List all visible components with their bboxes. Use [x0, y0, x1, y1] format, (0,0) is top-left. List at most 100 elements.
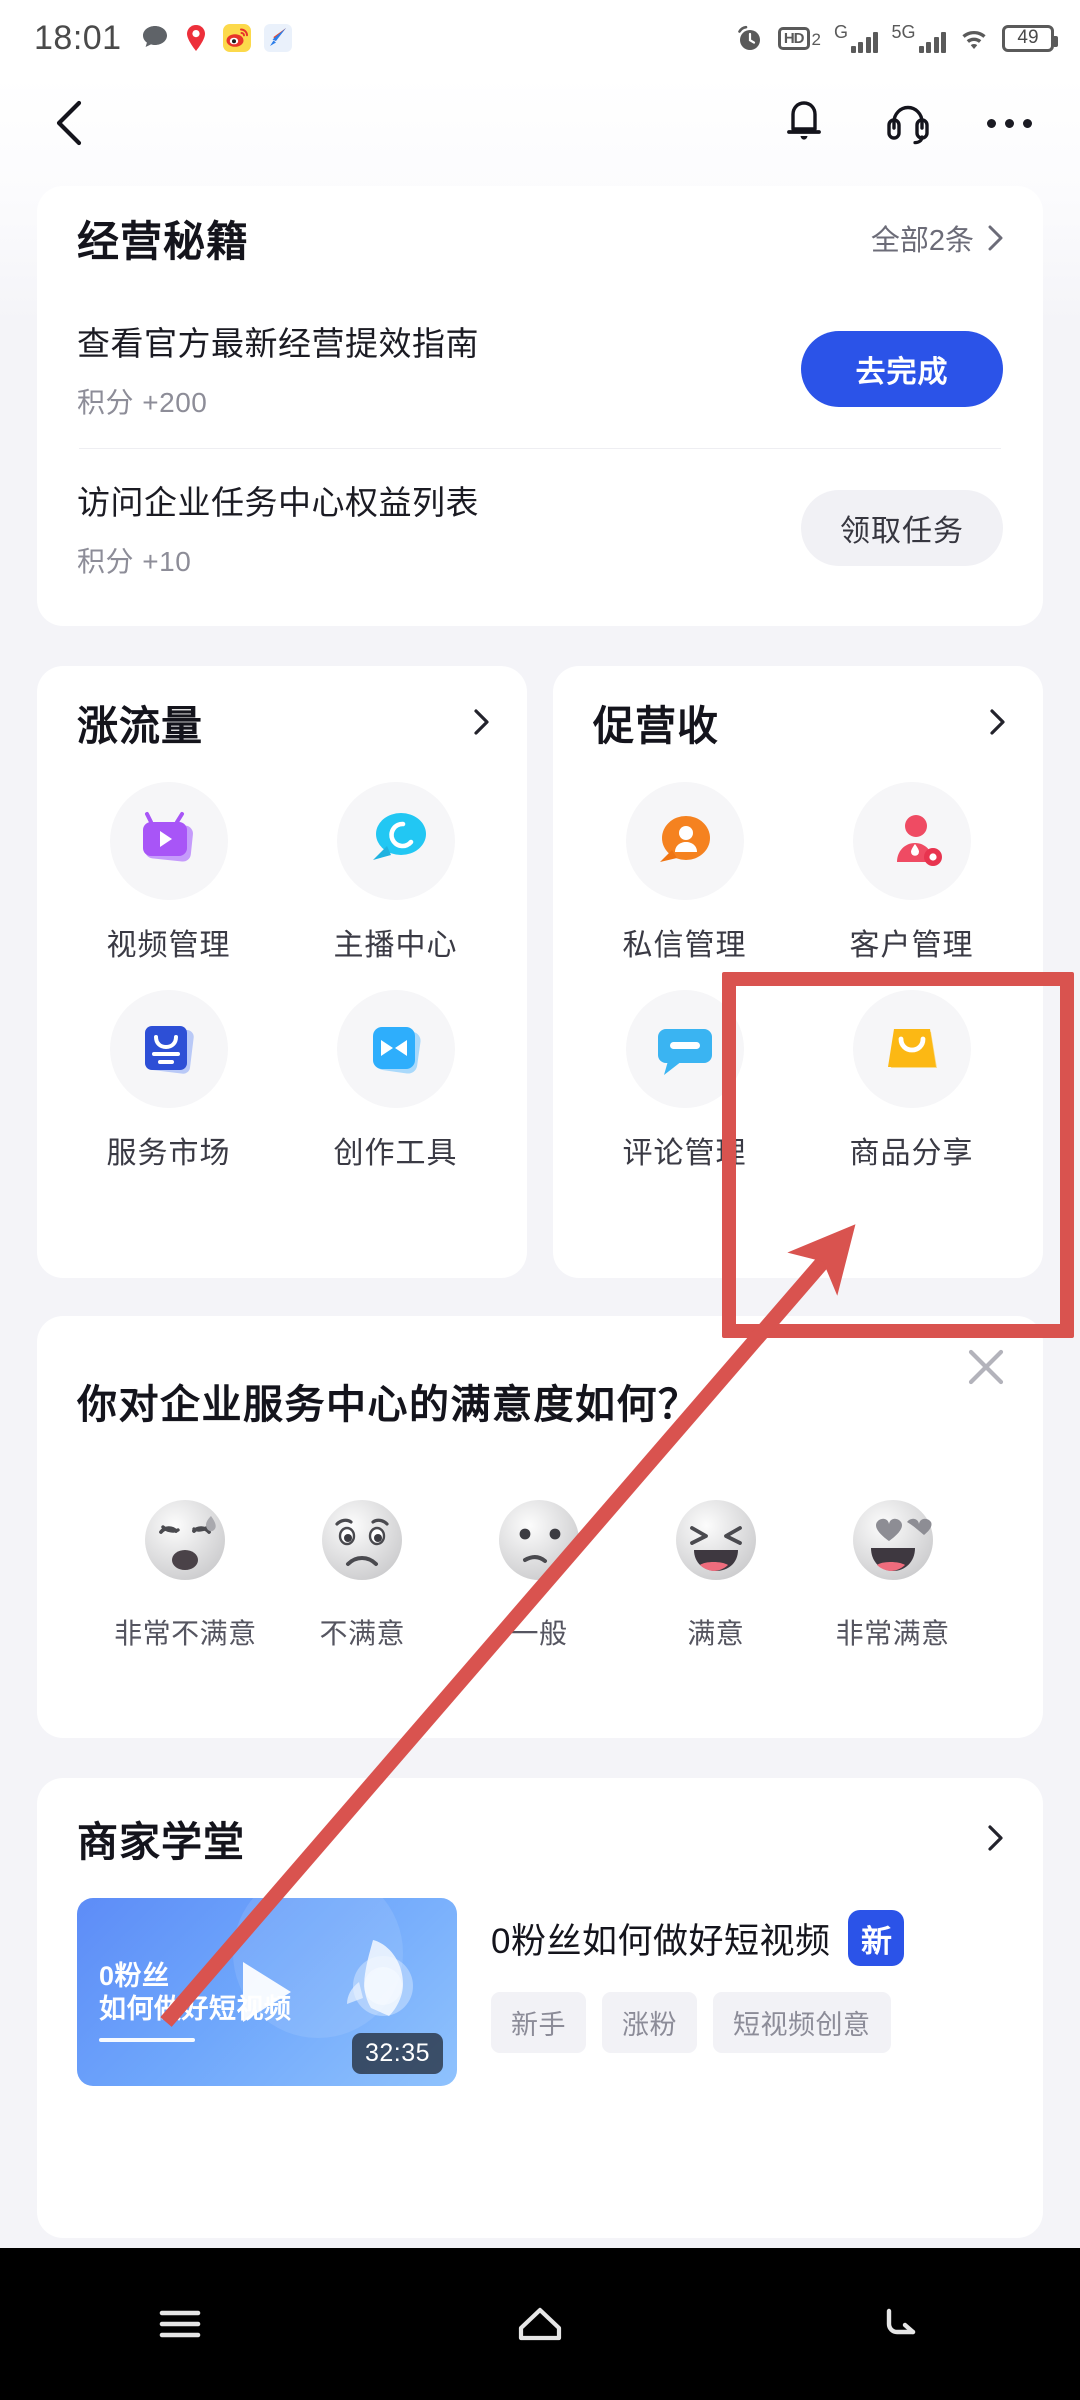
more-dots-icon[interactable]	[987, 118, 1032, 128]
hd-sub-label: 2	[811, 29, 821, 49]
app-navbar	[0, 76, 1080, 170]
private-message-icon	[659, 816, 710, 862]
bell-icon[interactable]	[779, 98, 829, 148]
secrets-header: 经营秘籍 全部2条	[77, 186, 1003, 290]
chevron-right-icon	[474, 709, 489, 735]
play-button-icon[interactable]	[243, 1962, 291, 2022]
school-title: 商家学堂	[77, 1819, 245, 1865]
task-title: 查看官方最新经营提效指南	[77, 325, 479, 362]
merchant-school-card: 商家学堂 0粉丝 如何做好短视频 32:35 0粉丝如何做好短视频 新 新手 涨…	[37, 1778, 1043, 2238]
grid-item-product-share[interactable]: 商品分享	[798, 990, 1025, 1172]
icon-container	[109, 782, 228, 900]
menu-recents-icon[interactable]	[150, 2294, 210, 2354]
phone-screen: 18:01 HD 2 G 5G 49 经营秘籍 全部2条 查看官方最新经营提效指…	[0, 0, 1080, 2400]
traffic-card-title: 涨流量	[77, 703, 203, 749]
task-action-button-go[interactable]: 去完成	[801, 331, 1003, 407]
business-secrets-card: 经营秘籍 全部2条 查看官方最新经营提效指南 积分 +200 去完成 访问企业任…	[37, 186, 1043, 626]
secrets-title: 经营秘籍	[77, 217, 250, 265]
alarm-clock-icon	[738, 25, 760, 50]
icon-container	[852, 782, 971, 900]
survey-option-very-dissatisfied[interactable]: 非常不满意	[97, 1486, 274, 1652]
school-header[interactable]: 商家学堂	[77, 1778, 1003, 1898]
task-points: 积分 +200	[77, 387, 208, 418]
task-row: 访问企业任务中心权益列表 积分 +10 领取任务	[77, 449, 1003, 607]
course-title: 0粉丝如何做好短视频	[491, 1921, 831, 1961]
hd-call-icon: HD	[777, 26, 810, 50]
course-thumbnail[interactable]: 0粉丝 如何做好短视频 32:35	[77, 1898, 457, 2086]
survey-option-neutral[interactable]: 一般	[451, 1486, 628, 1652]
survey-option-label: 非常满意	[835, 1618, 950, 1649]
course-duration: 32:35	[351, 2033, 443, 2074]
grid-item-private-message[interactable]: 私信管理	[571, 782, 798, 964]
survey-option-satisfied[interactable]: 满意	[627, 1486, 804, 1652]
battery-icon: 49	[1002, 24, 1058, 52]
survey-options: 非常不满意 不满意 一般 满意 非常满意	[77, 1430, 1003, 1652]
course-info: 0粉丝如何做好短视频 新 新手 涨粉 短视频创意	[491, 1898, 1003, 2053]
task-title: 访问企业任务中心权益列表	[77, 484, 479, 521]
grid-item-customer-management[interactable]: 客户管理	[798, 782, 1025, 964]
survey-option-label: 满意	[687, 1618, 745, 1649]
task-points: 积分 +10	[77, 546, 192, 577]
back-chevron-icon[interactable]	[52, 100, 86, 146]
comment-icon	[657, 1029, 712, 1075]
course-new-badge: 新	[848, 1910, 905, 1966]
grid-item-label: 创作工具	[333, 1137, 458, 1170]
course-tag[interactable]: 新手	[491, 1992, 586, 2053]
survey-question: 你对企业服务中心的满意度如何？	[77, 1383, 700, 1427]
thumb-title-line1: 0粉丝	[99, 1961, 170, 1991]
grid-item-comment-management[interactable]: 评论管理	[571, 990, 798, 1172]
survey-option-very-satisfied[interactable]: 非常满意	[804, 1486, 981, 1652]
course-tag[interactable]: 短视频创意	[713, 1992, 891, 2053]
home-icon[interactable]	[510, 2294, 570, 2354]
status-notification-icons	[140, 23, 293, 53]
compass-icon	[263, 24, 292, 52]
happy-face-icon	[675, 1500, 756, 1580]
anchor-bubble-icon	[372, 813, 426, 860]
revenue-card-header[interactable]: 促营收	[553, 666, 1043, 778]
grid-item-anchor-center[interactable]: 主播中心	[282, 782, 509, 964]
grid-item-video-management[interactable]: 视频管理	[55, 782, 282, 964]
signal-g-label: G	[833, 22, 848, 42]
location-pin-icon	[186, 25, 205, 51]
icon-container	[109, 990, 228, 1108]
task-action-button-claim[interactable]: 领取任务	[801, 490, 1003, 566]
grid-item-label: 主播中心	[333, 929, 458, 962]
grid-item-service-market[interactable]: 服务市场	[55, 990, 282, 1172]
status-clock: 18:01	[34, 18, 122, 57]
status-system-icons: HD 2 G 5G 49	[735, 22, 1058, 53]
secrets-view-all-link[interactable]: 全部2条	[871, 217, 1003, 259]
signal-g-icon: G	[834, 23, 879, 53]
grid-item-label: 视频管理	[106, 929, 231, 962]
chevron-right-icon	[990, 709, 1005, 735]
revenue-card-title: 促营收	[593, 703, 719, 749]
icon-container	[625, 990, 744, 1108]
chevron-right-icon	[988, 225, 1003, 251]
revenue-growth-card: 促营收 私信管理 客户管理 评论管理 商品分享	[553, 666, 1043, 1278]
survey-option-dissatisfied[interactable]: 不满意	[274, 1486, 451, 1652]
traffic-grid: 视频管理 主播中心 服务市场 创作工具	[37, 778, 527, 1172]
weibo-icon	[222, 24, 251, 52]
course-tag[interactable]: 涨粉	[602, 1992, 697, 2053]
chevron-right-icon	[988, 1825, 1003, 1851]
grid-item-label: 评论管理	[622, 1137, 747, 1170]
heart-eyes-face-icon	[852, 1500, 933, 1580]
back-arrow-icon[interactable]	[870, 2294, 930, 2354]
video-tv-icon	[142, 812, 193, 862]
grid-item-label: 服务市场	[106, 1137, 231, 1170]
close-x-icon[interactable]	[963, 1344, 1009, 1390]
satisfaction-survey-card: 你对企业服务中心的满意度如何？ 非常不满意 不满意 一般 满意 非常满意	[37, 1316, 1043, 1738]
weary-face-icon	[145, 1500, 226, 1580]
signal-5g-label: 5G	[891, 22, 916, 42]
course-tags: 新手 涨粉 短视频创意	[491, 1992, 1003, 2053]
traffic-growth-card: 涨流量 视频管理 主播中心 服务市场 创作工具	[37, 666, 527, 1278]
course-row[interactable]: 0粉丝 如何做好短视频 32:35 0粉丝如何做好短视频 新 新手 涨粉 短视频…	[77, 1898, 1003, 2086]
grid-item-creation-tools[interactable]: 创作工具	[282, 990, 509, 1172]
revenue-grid: 私信管理 客户管理 评论管理 商品分享	[553, 778, 1043, 1172]
neutral-face-icon	[498, 1500, 579, 1580]
headset-icon[interactable]	[883, 98, 933, 148]
customer-gear-icon	[896, 815, 942, 866]
shopping-bag-icon	[887, 1029, 937, 1068]
traffic-card-header[interactable]: 涨流量	[37, 666, 527, 778]
battery-level: 49	[1017, 27, 1039, 48]
grid-item-label: 客户管理	[849, 929, 974, 962]
